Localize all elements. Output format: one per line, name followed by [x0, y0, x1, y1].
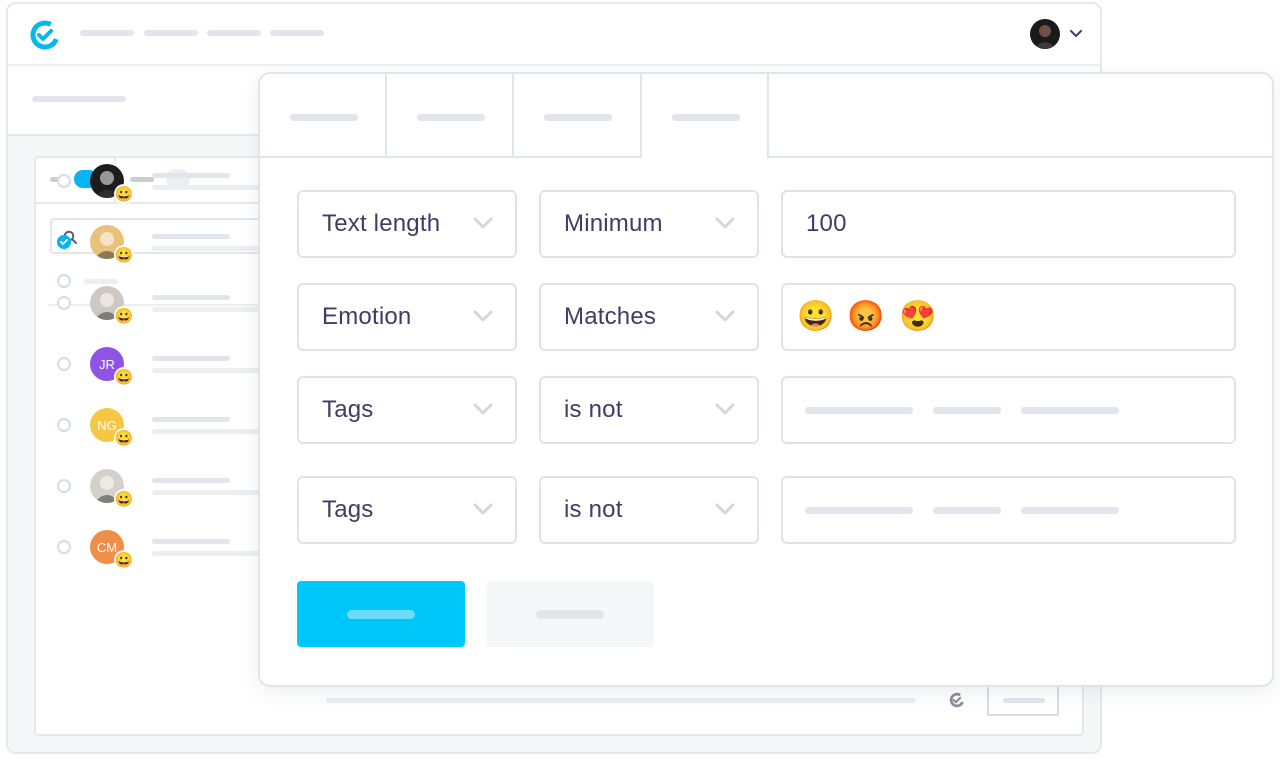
emotion-badge: 😀 — [114, 428, 134, 448]
operator-select[interactable]: is not — [539, 376, 759, 444]
tab-2[interactable] — [387, 74, 514, 158]
tag-chip-placeholder — [933, 507, 1001, 514]
contact-name-placeholder — [152, 234, 230, 239]
chevron-down-icon — [473, 310, 493, 322]
button-label-placeholder — [347, 610, 415, 619]
row-checkbox[interactable] — [57, 174, 71, 188]
contact-name-placeholder — [152, 478, 230, 483]
page-title-placeholder — [32, 96, 126, 102]
operator-select-value: Matches — [564, 303, 657, 330]
field-select[interactable]: Text length — [297, 190, 517, 258]
row-checkbox[interactable] — [57, 235, 71, 249]
emotion-badge: 😀 — [114, 306, 134, 326]
tab-label-placeholder — [290, 114, 358, 121]
contact-detail-placeholder — [152, 307, 264, 312]
contact-detail-placeholder — [152, 368, 264, 373]
emotion-badge: 😀 — [114, 245, 134, 265]
chevron-down-icon — [473, 503, 493, 515]
tab-3[interactable] — [514, 74, 642, 158]
operator-select[interactable]: Matches — [539, 283, 759, 351]
tag-chip-placeholder — [933, 407, 1001, 414]
row-text-placeholder — [326, 698, 916, 703]
field-select-value: Emotion — [322, 303, 412, 330]
contact-detail-placeholder — [152, 490, 264, 495]
check-icon — [60, 239, 68, 246]
emotion-value-field[interactable]: 😀 😡 😍 — [781, 283, 1236, 351]
operator-select-value: is not — [564, 496, 623, 523]
field-select[interactable]: Emotion — [297, 283, 517, 351]
contact-name-placeholder — [152, 356, 230, 361]
contact-detail-placeholder — [152, 551, 264, 556]
button-label-placeholder — [536, 610, 604, 619]
angry-face-emoji[interactable]: 😡 — [847, 300, 884, 334]
operator-select-value: Minimum — [564, 210, 663, 237]
row-checkbox[interactable] — [57, 540, 71, 554]
field-select[interactable]: Tags — [297, 376, 517, 444]
tab-label-placeholder — [544, 114, 612, 121]
tag-chip-placeholder — [805, 507, 913, 514]
value-input-text: 100 — [806, 210, 847, 237]
heart-eyes-emoji[interactable]: 😍 — [899, 300, 936, 334]
chevron-down-icon[interactable] — [1070, 30, 1082, 38]
chevron-down-icon — [715, 403, 735, 415]
grinning-face-emoji[interactable]: 😀 — [797, 300, 834, 334]
column-header-placeholder — [84, 279, 118, 284]
select-all-checkbox[interactable] — [57, 274, 71, 288]
tag-chip-placeholder — [1021, 407, 1119, 414]
emotion-badge: 😀 — [114, 184, 134, 204]
field-select-value: Text length — [322, 210, 441, 237]
contact-name-placeholder — [152, 417, 230, 422]
operator-select[interactable]: is not — [539, 476, 759, 544]
avatar-photo — [1034, 25, 1056, 49]
tag-chip-placeholder — [805, 407, 913, 414]
chevron-down-icon — [715, 310, 735, 322]
panel-tab-inactive[interactable] — [130, 177, 154, 182]
nav-link[interactable] — [270, 30, 324, 36]
contact-detail-placeholder — [152, 185, 264, 190]
nav-link[interactable] — [80, 30, 134, 36]
row-checkbox[interactable] — [57, 357, 71, 371]
field-select-value: Tags — [322, 496, 374, 523]
chevron-down-icon — [715, 217, 735, 229]
cancel-button[interactable] — [486, 581, 654, 647]
chevron-down-icon — [473, 403, 493, 415]
top-bar — [8, 4, 1100, 66]
tab-label-placeholder — [417, 114, 485, 121]
chevron-down-icon — [715, 503, 735, 515]
operator-select[interactable]: Minimum — [539, 190, 759, 258]
contact-name-placeholder — [152, 539, 230, 544]
field-select-value: Tags — [322, 396, 374, 423]
tags-value-field[interactable] — [781, 376, 1236, 444]
value-input[interactable]: 100 — [781, 190, 1236, 258]
tags-value-field[interactable] — [781, 476, 1236, 544]
tab-label-placeholder — [672, 114, 740, 121]
filter-dialog: Text length Minimum 100 Emotion Matches … — [258, 72, 1274, 687]
nav-link[interactable] — [207, 30, 261, 36]
app-logo-icon[interactable] — [30, 20, 60, 50]
tab-4-active[interactable] — [642, 74, 769, 158]
emotion-badge: 😀 — [114, 550, 134, 570]
tab-bar-divider — [769, 156, 1272, 158]
secondary-box[interactable] — [987, 684, 1059, 716]
apply-button[interactable] — [297, 581, 465, 647]
app-logo-icon — [949, 692, 965, 708]
chevron-down-icon — [473, 217, 493, 229]
contact-name-placeholder — [152, 295, 230, 300]
contact-name-placeholder — [152, 173, 230, 178]
emotion-badge: 😀 — [114, 367, 134, 387]
row-checkbox[interactable] — [57, 479, 71, 493]
contact-detail-placeholder — [152, 429, 264, 434]
contact-detail-placeholder — [152, 246, 264, 251]
operator-select-value: is not — [564, 396, 623, 423]
field-select[interactable]: Tags — [297, 476, 517, 544]
tab-1[interactable] — [260, 74, 387, 158]
row-checkbox[interactable] — [57, 296, 71, 310]
tag-chip-placeholder — [1021, 507, 1119, 514]
nav-link[interactable] — [144, 30, 198, 36]
row-checkbox[interactable] — [57, 418, 71, 432]
box-label-placeholder — [1003, 698, 1045, 703]
user-avatar[interactable] — [1030, 19, 1060, 49]
emotion-badge: 😀 — [114, 489, 134, 509]
